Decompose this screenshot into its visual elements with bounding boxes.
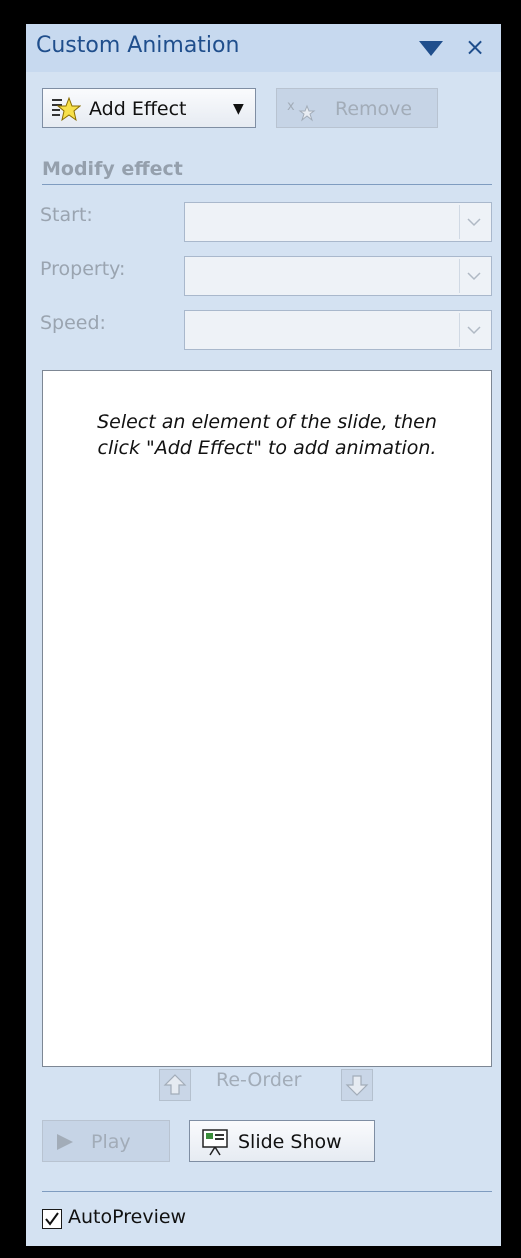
empty-list-hint: Select an element of the slide, then cli… [53, 409, 481, 461]
play-icon [55, 1133, 75, 1156]
close-icon[interactable]: × [458, 32, 492, 62]
arrow-down-icon [342, 1075, 372, 1104]
remove-label: Remove [335, 98, 413, 120]
speed-label: Speed: [40, 312, 106, 334]
hint-line-2: click "Add Effect" to add animation. [97, 437, 437, 459]
remove-button[interactable]: x Remove [276, 88, 438, 128]
reorder-label: Re-Order [216, 1069, 302, 1091]
property-label: Property: [40, 258, 126, 280]
pane-title: Custom Animation [36, 33, 240, 58]
slide-show-label: Slide Show [238, 1131, 342, 1153]
move-down-button[interactable] [341, 1069, 373, 1101]
add-effect-label: Add Effect [89, 98, 187, 120]
pane-menu-icon[interactable] [416, 36, 446, 60]
arrow-up-icon [160, 1074, 190, 1104]
modify-effect-heading: Modify effect [42, 158, 183, 180]
bottom-divider [42, 1191, 492, 1192]
speed-dropdown[interactable] [184, 310, 492, 350]
pane-title-bar: Custom Animation × [26, 24, 501, 72]
slide-show-icon [200, 1127, 230, 1162]
checkmark-icon [43, 1212, 61, 1232]
chevron-down-icon: ▼ [233, 101, 244, 117]
chevron-down-icon[interactable] [459, 205, 489, 239]
play-button[interactable]: Play [42, 1120, 170, 1162]
add-effect-button[interactable]: Add Effect ▼ [42, 88, 256, 128]
chevron-down-icon[interactable] [459, 259, 489, 293]
play-label: Play [91, 1131, 131, 1153]
remove-effect-icon: x [285, 96, 317, 127]
move-up-button[interactable] [159, 1069, 191, 1101]
start-label: Start: [40, 204, 93, 226]
autopreview-label[interactable]: AutoPreview [68, 1206, 186, 1228]
section-divider [42, 184, 492, 185]
custom-animation-pane: Custom Animation × Add Effect ▼ x Remove… [26, 24, 501, 1246]
property-dropdown[interactable] [184, 256, 492, 296]
hint-line-1: Select an element of the slide, then [97, 411, 437, 433]
svg-text:x: x [287, 99, 295, 114]
autopreview-checkbox[interactable] [42, 1209, 62, 1229]
slide-show-button[interactable]: Slide Show [189, 1120, 375, 1162]
star-effect-icon [51, 96, 82, 127]
chevron-down-icon[interactable] [459, 313, 489, 347]
effect-list[interactable]: Select an element of the slide, then cli… [42, 370, 492, 1067]
start-dropdown[interactable] [184, 202, 492, 242]
